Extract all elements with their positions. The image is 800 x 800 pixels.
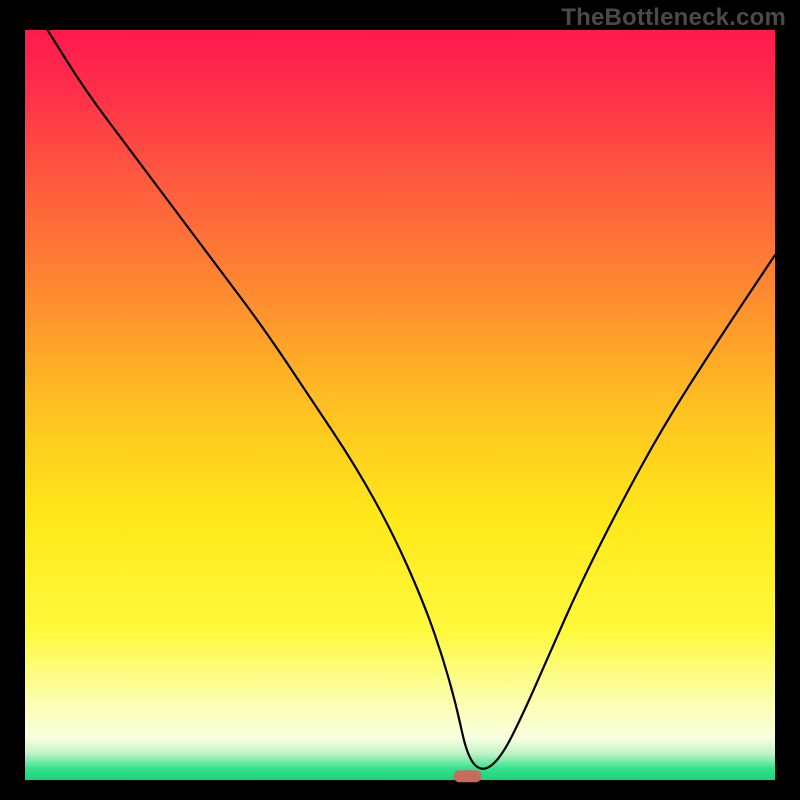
minimum-marker <box>454 770 482 782</box>
chart-frame: TheBottleneck.com <box>0 0 800 800</box>
plot-background <box>25 30 775 780</box>
bottleneck-chart <box>0 0 800 800</box>
watermark-text: TheBottleneck.com <box>561 4 786 32</box>
